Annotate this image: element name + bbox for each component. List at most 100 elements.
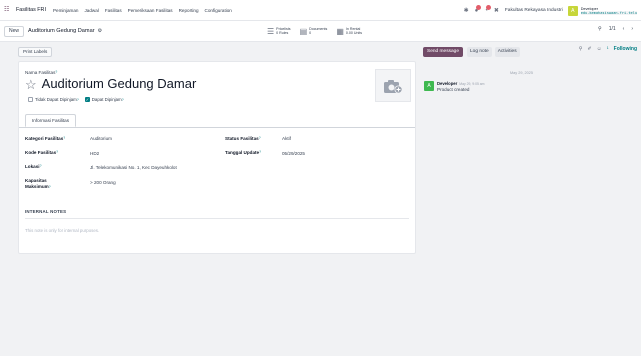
menu-fasilitas[interactable]: Fasilitas <box>105 8 122 13</box>
documents-smart-button[interactable]: ▤ Documents 0 <box>300 24 328 38</box>
status-field-label: Status Fasilitas? <box>225 136 261 141</box>
database-name: edu-kemahasiswaan-fri-telu <box>580 10 637 15</box>
star-icon[interactable]: ☆ <box>25 78 37 91</box>
status-field[interactable]: Aktif <box>282 136 291 141</box>
bug-icon[interactable]: ✱ <box>464 7 469 14</box>
field-label: Tanggal Update <box>225 150 260 155</box>
navbar-systray: ✱ ● ◔ ✖ Fakultas Rekayasa Industri A Dev… <box>464 4 637 17</box>
user-avatar[interactable]: A <box>567 5 578 16</box>
name-label: Nama Fasilitas? <box>25 70 57 75</box>
new-button[interactable]: New <box>4 25 25 37</box>
attachment-icon[interactable]: ⚲ <box>598 26 602 32</box>
field-label: Kategori Fasilitas <box>25 136 64 141</box>
kategori-field-label: Kategori Fasilitas? <box>25 136 65 141</box>
checkbox-label: Tidak Dapat Dipinjam <box>35 97 77 102</box>
kode-field-label: Kode Fasilitas? <box>25 150 58 155</box>
search-icon[interactable]: ⚲ <box>579 46 583 52</box>
author-name[interactable]: Developer <box>437 81 457 86</box>
camera-plus-icon <box>384 79 403 93</box>
chatter-message: A Developer May 29, 9:05 am Product creat… <box>424 81 485 92</box>
followers-count: 1 <box>606 46 609 50</box>
menu-pemeriksaan-fasilitas[interactable]: Pemeriksaan Fasilitas <box>128 8 173 13</box>
message-avatar[interactable]: A <box>424 81 434 91</box>
help-icon[interactable]: ? <box>55 70 57 74</box>
internal-notes-heading: INTERNAL NOTES <box>25 209 67 214</box>
breadcrumb-title: Auditorium Gedung Damar <box>28 28 95 34</box>
form-sheet: Nama Fasilitas? ☆ Auditorium Gedung Dama… <box>18 61 416 254</box>
following-button[interactable]: Following <box>614 46 637 52</box>
internal-notes-field[interactable]: This note is only for internal purposes. <box>25 228 99 233</box>
control-panel: New Auditorium Gedung Damar ⚙ ☰ Pricelis… <box>0 21 641 42</box>
kapasitas-field[interactable]: > 200 Orang <box>90 180 116 185</box>
menu-peminjaman[interactable]: Peminjaman <box>53 8 79 13</box>
print-labels-button[interactable]: Print Labels <box>18 46 53 57</box>
field-value: 05/29/2025 <box>282 151 305 156</box>
lokasi-field[interactable]: Jl. Telekomunikasi No. 1, Kec Dayeuhkolo… <box>90 165 177 170</box>
help-icon[interactable]: ? <box>259 136 261 140</box>
tab-divider <box>19 127 415 128</box>
pager-next-icon[interactable]: › <box>631 26 633 32</box>
pricelists-smart-button[interactable]: ☰ Pricelists 0 Rules <box>267 24 291 38</box>
settings-icon[interactable]: ✖ <box>494 7 499 14</box>
kode-field[interactable]: HD2 <box>90 151 99 156</box>
notes-divider <box>25 218 409 219</box>
menu-reporting[interactable]: Reporting <box>179 8 199 13</box>
followers-icon[interactable]: ☺ 1 <box>597 46 609 52</box>
gear-icon[interactable]: ⚙ <box>98 28 102 34</box>
tab-informasi-fasilitas[interactable]: Informasi Fasilitas <box>25 114 77 127</box>
in-rental-smart-button[interactable]: ▦ In Rental 0.00 Units <box>336 24 362 38</box>
pager-value[interactable]: 1/1 <box>609 26 616 32</box>
activity-icon[interactable]: ◔ <box>484 4 491 14</box>
help-icon[interactable]: ? <box>259 150 261 154</box>
field-label: Kode Fasilitas <box>25 150 57 155</box>
notebook-tabs: Informasi Fasilitas <box>25 114 77 127</box>
user-menu[interactable]: Developer edu-kemahasiswaan-fri-telu <box>580 7 637 15</box>
help-icon[interactable]: ? <box>77 98 79 102</box>
dapat-dipinjam-checkbox[interactable]: ✓ Dapat Dipinjam? <box>84 97 124 102</box>
tanggal-update-field-label: Tanggal Update? <box>225 150 261 155</box>
notification-dot <box>476 4 482 10</box>
field-label: Lokasi <box>25 164 40 169</box>
kapasitas-field-label: Kapasitas Maksimum? <box>25 178 51 190</box>
lokasi-field-label: Lokasi? <box>25 164 41 169</box>
help-icon[interactable]: ? <box>49 185 51 189</box>
facility-name-field[interactable]: Auditorium Gedung Damar <box>42 77 197 91</box>
log-note-button[interactable]: Log note <box>467 46 492 57</box>
help-icon[interactable]: ? <box>40 164 42 168</box>
checkbox-checked[interactable]: ✓ <box>84 97 90 102</box>
field-value: Aktif <box>282 136 291 141</box>
company-switcher[interactable]: Fakultas Rekayasa Industri <box>505 8 563 13</box>
top-navbar: ☷ Fasilitas FRI Peminjaman Jadwal Fasili… <box>0 0 641 21</box>
tanggal-update-field[interactable]: 05/29/2025 <box>282 151 305 156</box>
help-icon[interactable]: ? <box>56 150 58 154</box>
help-icon[interactable]: ? <box>63 136 65 140</box>
send-message-button[interactable]: Send message <box>423 46 463 57</box>
app-brand[interactable]: Fasilitas FRI <box>16 7 46 13</box>
apps-menu-icon[interactable]: ☷ <box>4 7 13 13</box>
kategori-field[interactable]: Auditorium <box>90 136 112 141</box>
field-label: Status Fasilitas <box>225 136 259 141</box>
checkbox-box[interactable] <box>28 97 33 102</box>
menu-configuration[interactable]: Configuration <box>205 8 232 13</box>
field-value: > 200 Orang <box>90 180 116 185</box>
field-value: Auditorium <box>90 136 112 141</box>
paperclip-icon[interactable]: ✐ <box>587 46 591 52</box>
availability-checkboxes: Tidak Dapat Dipinjam? ✓ Dapat Dipinjam? <box>28 97 130 102</box>
smart-buttons: ☰ Pricelists 0 Rules ▤ Documents 0 ▦ In … <box>267 24 371 38</box>
document-icon: ▤ <box>299 26 308 36</box>
chatter-topbar: Send message Log note Activities ⚲ ✐ ☺ 1 … <box>423 44 637 59</box>
chatter-icons: ⚲ ✐ ☺ 1 Following <box>574 46 637 52</box>
image-upload[interactable] <box>375 69 411 102</box>
pager-prev-icon[interactable]: ‹ <box>623 26 625 32</box>
help-icon[interactable]: ? <box>122 98 124 102</box>
field-label: Maksimum <box>25 184 49 189</box>
menu-jadwal[interactable]: Jadwal <box>85 8 99 13</box>
form-statusbar: Print Labels <box>18 44 416 59</box>
activities-button[interactable]: Activities <box>494 46 520 57</box>
message-text: Product created <box>437 87 470 92</box>
field-value: HD2 <box>90 151 100 156</box>
checkbox-label: Dapat Dipinjam <box>91 97 122 102</box>
tidak-dapat-dipinjam-checkbox[interactable]: Tidak Dapat Dipinjam? <box>28 97 79 102</box>
message-time: May 29, 9:05 am <box>459 82 485 86</box>
chat-icon[interactable]: ● <box>475 4 482 14</box>
